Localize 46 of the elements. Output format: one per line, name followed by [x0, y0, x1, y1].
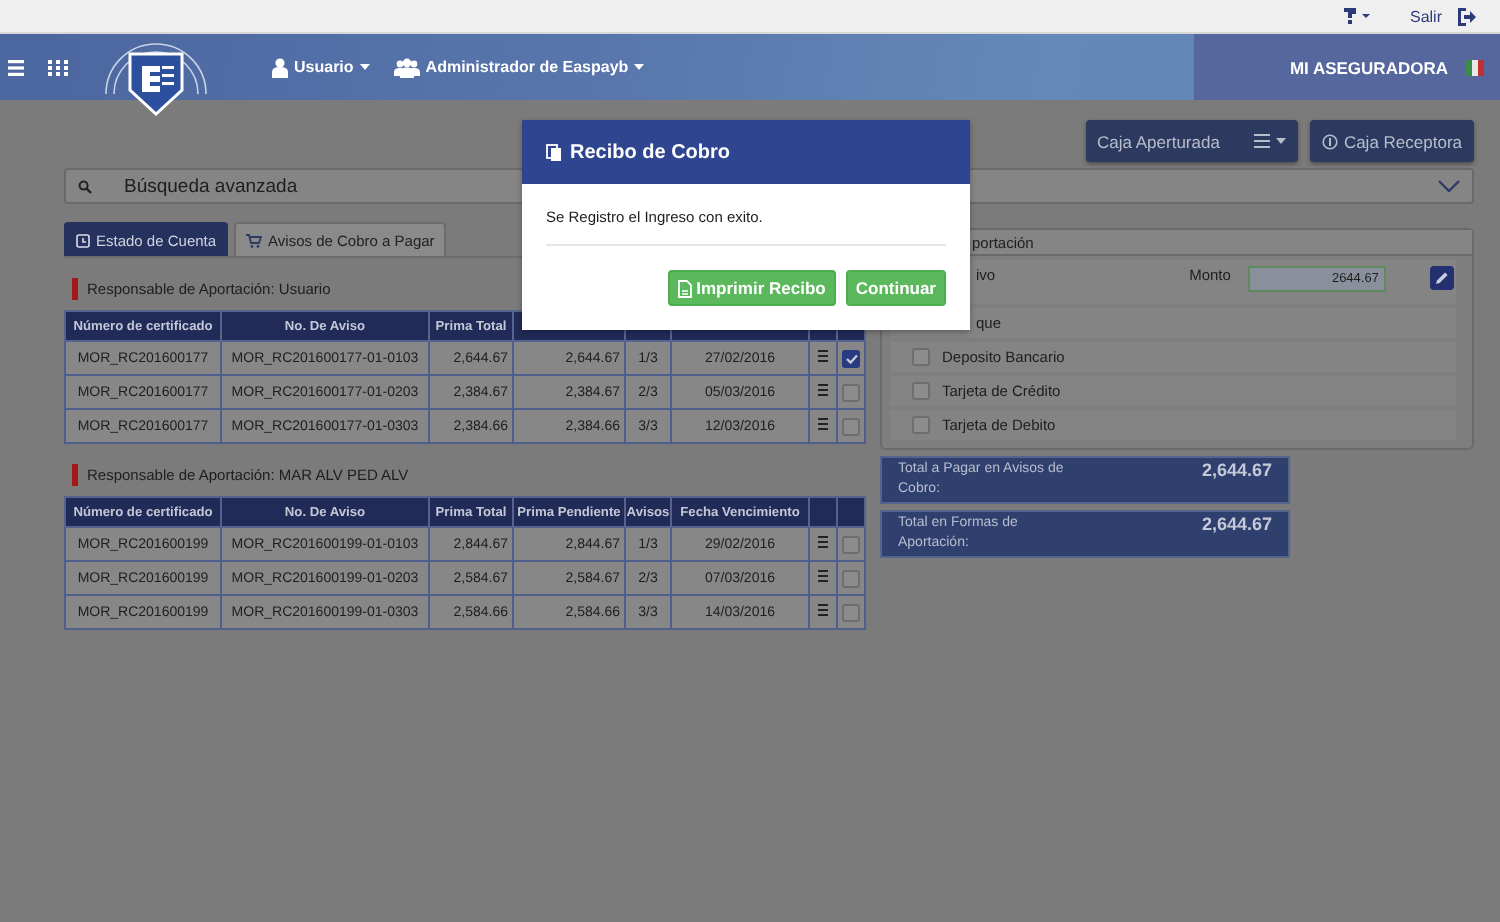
dialog-title: Recibo de Cobro — [570, 141, 731, 163]
logout-icon[interactable] — [1458, 7, 1476, 25]
row-checkbox[interactable] — [842, 383, 860, 401]
cash-register-button[interactable]: Caja Aperturada — [1085, 120, 1298, 162]
list-icon[interactable] — [818, 418, 828, 430]
info-icon — [1321, 133, 1338, 149]
user-menu[interactable]: Usuario — [272, 57, 370, 77]
copy-icon — [546, 143, 562, 161]
row-checkbox[interactable] — [842, 535, 860, 553]
row-checkbox[interactable] — [842, 569, 860, 587]
row-checkbox[interactable] — [842, 603, 860, 621]
caret-icon — [634, 64, 645, 70]
list-icon[interactable] — [818, 570, 828, 582]
menu-icon[interactable] — [8, 59, 24, 75]
list-icon[interactable] — [818, 604, 828, 616]
pencil-icon — [1436, 272, 1449, 284]
list-icon[interactable] — [818, 350, 828, 362]
method-checkbox[interactable] — [912, 416, 930, 434]
method-checkbox[interactable] — [912, 382, 930, 400]
help-icon[interactable] — [1341, 6, 1370, 26]
users-icon — [393, 57, 420, 77]
user-icon — [272, 57, 288, 77]
marker-bar — [72, 464, 77, 486]
method-checkbox[interactable] — [912, 348, 930, 366]
edit-button[interactable] — [1430, 266, 1455, 290]
list-icon[interactable] — [818, 536, 828, 548]
company-name: MI ASEGURADORA — [1289, 57, 1448, 77]
chevron-down-icon — [1438, 180, 1460, 192]
list-icon[interactable] — [818, 384, 828, 396]
user-menu[interactable]: Administrador de Easpayb — [393, 57, 645, 77]
flag-icon — [1466, 59, 1484, 75]
row-checkbox[interactable] — [842, 349, 860, 367]
caret-icon — [1275, 138, 1286, 144]
caret-icon — [359, 64, 370, 70]
cart-icon — [246, 233, 263, 247]
document-icon — [678, 279, 693, 297]
apps-grid-icon[interactable] — [48, 59, 68, 75]
marker-bar — [72, 278, 77, 300]
total-value: 2,644.67 — [1201, 514, 1272, 536]
clock-icon — [76, 233, 90, 247]
cash-register-button[interactable]: Caja Receptora — [1309, 120, 1474, 162]
logout-link[interactable]: Salir — [1409, 7, 1442, 25]
row-checkbox[interactable] — [842, 417, 860, 435]
list-icon — [1253, 134, 1270, 148]
total-value: 2,644.67 — [1201, 460, 1272, 482]
search-icon — [78, 179, 92, 193]
